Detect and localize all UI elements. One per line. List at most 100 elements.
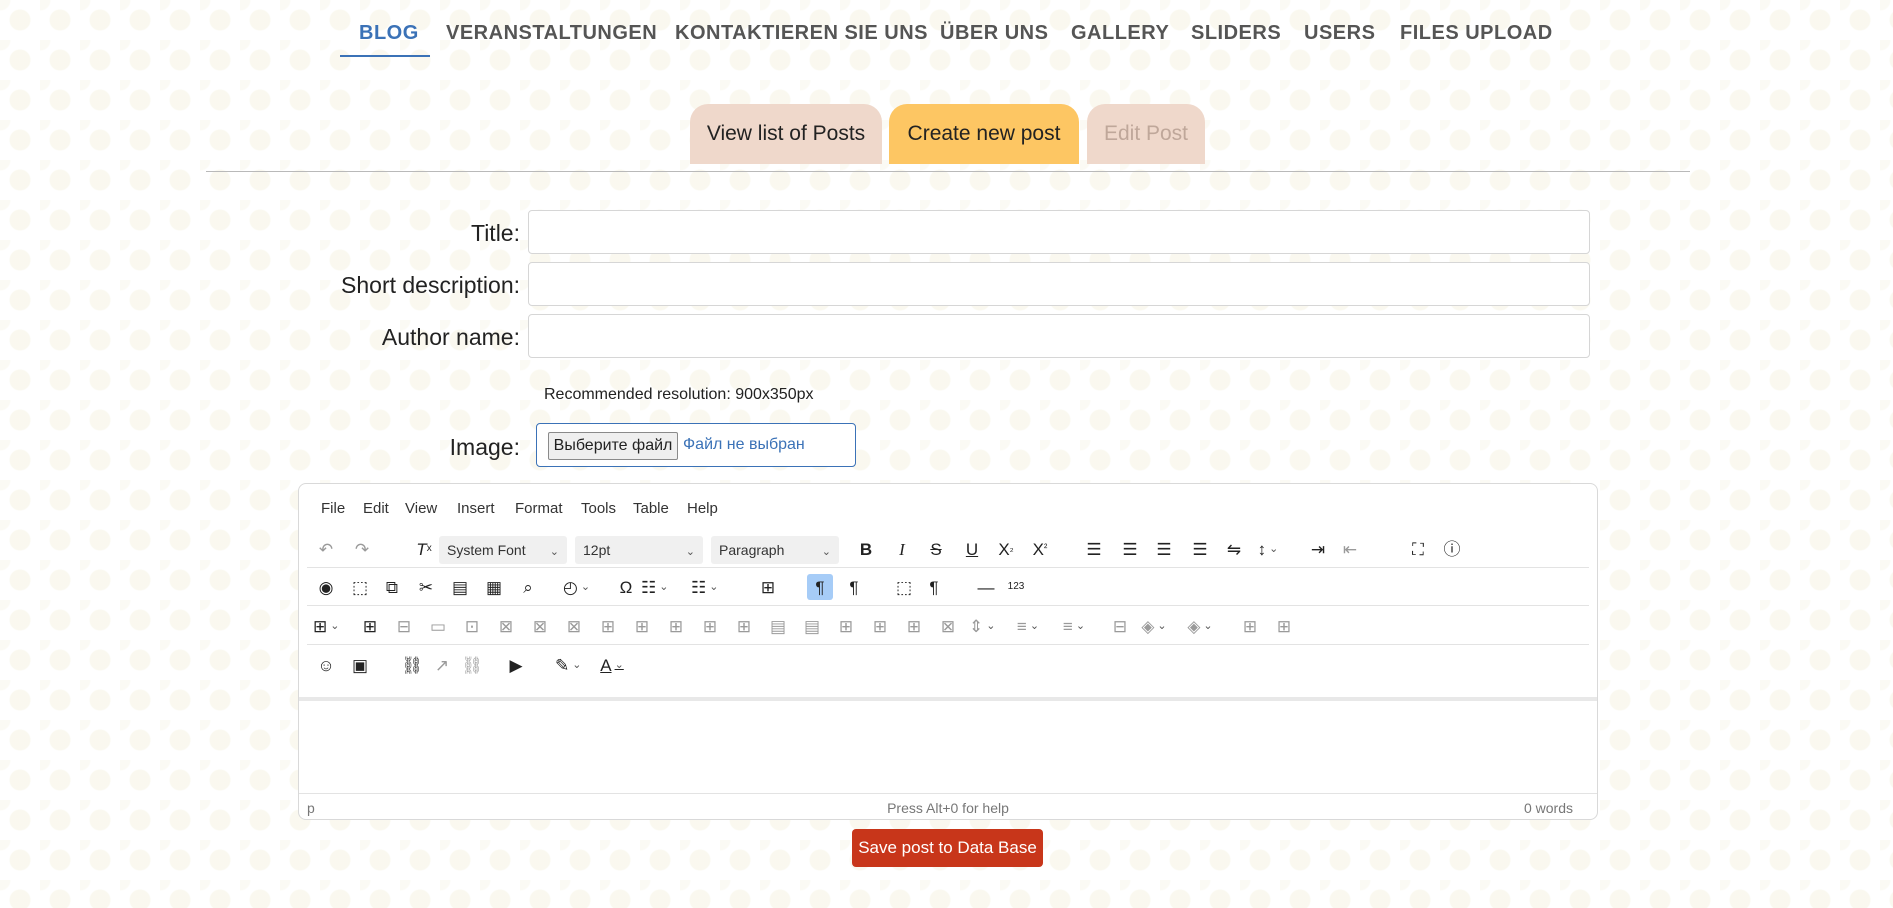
column-header-icon[interactable]: ⊞ [1271,613,1297,639]
highlight-color-icon[interactable]: ✎ ⌄ [555,652,581,678]
font-size-select[interactable]: 12pt ⌄ [575,536,703,564]
superscript-icon[interactable]: X² [1027,536,1053,562]
ltr-icon[interactable]: ¶ [807,574,833,600]
outdent-icon[interactable]: ⇤ [1337,536,1363,562]
nav-sliders[interactable]: SLIDERS [1191,22,1281,45]
show-blocks-icon[interactable]: ¶ [921,574,947,600]
help-icon[interactable]: ⓘ [1439,536,1465,562]
table-caption-icon[interactable]: ⊞ [901,613,927,639]
table-cell-icon[interactable]: ▭ [425,613,451,639]
table-row-above-icon[interactable]: ⊞ [663,613,689,639]
nav-gallery[interactable]: GALLERY [1071,22,1169,45]
align-right-icon[interactable]: ☰ [1151,536,1177,562]
table-caption-toggle-icon[interactable]: ⊟ [1107,613,1133,639]
table-row-delete-icon[interactable]: ⊠ [527,613,553,639]
page-break-icon[interactable]: ⊞ [755,574,781,600]
table-header-icon[interactable]: ⊞ [867,613,893,639]
border-color-icon[interactable]: ◈ ⌄ [1187,613,1213,639]
nav-ueber-uns[interactable]: ÜBER UNS [940,22,1048,45]
table-col-delete-icon[interactable]: ⊠ [561,613,587,639]
row-header-icon[interactable]: ⊞ [1237,613,1263,639]
text-color-icon[interactable]: A ⌄ [599,652,625,678]
cut-icon[interactable]: ✂ [413,574,439,600]
strikethrough-icon[interactable]: S [923,536,949,562]
select-all-icon[interactable]: ⬚ [347,574,373,600]
table-merge-cells-icon[interactable]: ⊠ [935,613,961,639]
clock-icon[interactable]: ◴ ⌄ [563,574,590,600]
horizontal-rule-icon[interactable]: — [973,574,999,600]
nav-users[interactable]: USERS [1304,22,1375,45]
vertical-align-icon[interactable]: ⇕ ⌄ [969,613,995,639]
word-count-icon[interactable]: 123 [1003,574,1029,600]
preview-icon[interactable]: ◉ [313,574,339,600]
nav-kontakt[interactable]: KONTAKTIEREN SIE UNS [675,22,928,45]
align-left-icon[interactable]: ☰ [1081,536,1107,562]
nonbreaking-icon[interactable]: ⬚ [891,574,917,600]
menu-insert[interactable]: Insert [457,500,495,517]
border-width-icon[interactable]: ≡ ⌄ [1015,613,1041,639]
image-icon[interactable]: ▣ [347,652,373,678]
search-icon[interactable]: ⌕ [515,574,541,600]
menu-view[interactable]: View [405,500,437,517]
image-file-input[interactable]: Выберите файл Файл не выбран [536,423,856,467]
table-merge-icon[interactable]: ⊡ [459,613,485,639]
emoji-icon[interactable]: ☺ [313,652,339,678]
table-copy-row-icon[interactable]: ▤ [765,613,791,639]
justify-icon[interactable]: ☰ [1187,536,1213,562]
view-posts-tab[interactable]: View list of Posts [690,104,882,164]
link-icon[interactable]: ⛓ [399,652,425,678]
border-style-icon[interactable]: ≡ ⌄ [1061,613,1087,639]
create-post-tab[interactable]: Create new post [889,104,1079,164]
edit-post-tab[interactable]: Edit Post [1087,104,1205,164]
unlink-icon[interactable]: ⛓ [459,652,485,678]
text-direction-icon[interactable]: ⇋ [1221,536,1247,562]
bold-icon[interactable]: B [853,536,879,562]
subscript-icon[interactable]: X₂ [993,536,1019,562]
table-paste-after-icon[interactable]: ⊞ [833,613,859,639]
nav-veranstaltungen[interactable]: VERANSTALTUNGEN [446,22,657,45]
table-insert-after-icon[interactable]: ⊞ [629,613,655,639]
menu-tools[interactable]: Tools [581,500,616,517]
table-split-icon[interactable]: ⊠ [493,613,519,639]
fullscreen-icon[interactable]: ⛶ [1405,536,1431,562]
clear-formatting-icon[interactable]: Tx [411,536,437,562]
save-post-button[interactable]: Save post to Data Base [852,829,1043,867]
nav-blog[interactable]: BLOG [359,22,419,45]
table-cut-row-icon[interactable]: ⊞ [731,613,757,639]
paste-icon[interactable]: ▤ [447,574,473,600]
short-description-input[interactable] [528,262,1590,306]
bullet-list-icon[interactable]: ☷ ⌄ [641,574,668,600]
menu-file[interactable]: File [321,500,345,517]
open-link-icon[interactable]: ↗ [429,652,455,678]
nav-files-upload[interactable]: FILES UPLOAD [1400,22,1553,45]
table-properties-icon[interactable]: ⊞ [357,613,383,639]
align-center-icon[interactable]: ☰ [1117,536,1143,562]
block-format-select[interactable]: Paragraph ⌄ [711,536,839,564]
media-icon[interactable]: ▶ [503,652,529,678]
editor-content-area[interactable] [299,697,1597,797]
title-input[interactable] [528,210,1590,254]
table-insert-before-icon[interactable]: ⊞ [595,613,621,639]
menu-edit[interactable]: Edit [363,500,389,517]
numbered-list-icon[interactable]: ☷ ⌄ [691,574,718,600]
table-delete-icon[interactable]: ⊟ [391,613,417,639]
table-row-below-icon[interactable]: ⊞ [697,613,723,639]
menu-table[interactable]: Table [633,500,669,517]
rtl-icon[interactable]: ¶ [841,574,867,600]
underline-icon[interactable]: U [959,536,985,562]
word-count[interactable]: 0 words [1524,800,1573,816]
author-name-input[interactable] [528,314,1590,358]
table-icon[interactable]: ⊞ ⌄ [313,613,339,639]
choose-file-button[interactable]: Выберите файл [548,432,678,460]
line-height-icon[interactable]: ↕ ⌄ [1255,536,1281,562]
indent-icon[interactable]: ⇥ [1305,536,1331,562]
redo-icon[interactable]: ↷ [349,536,375,562]
undo-icon[interactable]: ↶ [313,536,339,562]
font-family-select[interactable]: System Font ⌄ [439,536,567,564]
italic-icon[interactable]: I [889,536,915,562]
menu-help[interactable]: Help [687,500,718,517]
paste-text-icon[interactable]: ▦ [481,574,507,600]
special-character-icon[interactable]: Ω [613,574,639,600]
menu-format[interactable]: Format [515,500,563,517]
table-paste-row-icon[interactable]: ▤ [799,613,825,639]
